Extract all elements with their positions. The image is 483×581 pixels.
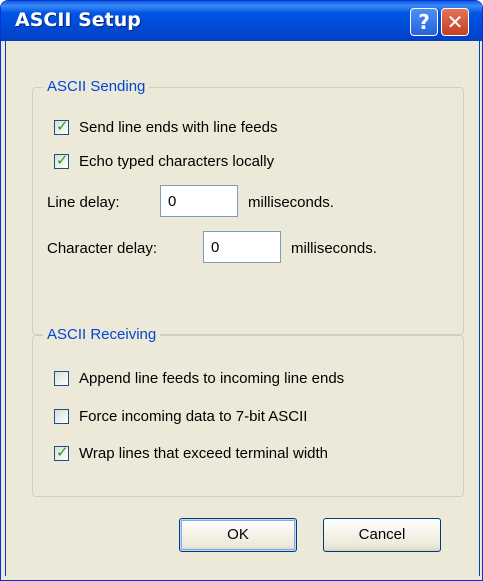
ascii-sending-title: ASCII Sending (43, 78, 150, 95)
append-line-feeds-checkbox[interactable] (54, 370, 69, 386)
close-icon: ✕ (446, 10, 464, 34)
force-7bit-checkbox[interactable] (54, 408, 69, 424)
ascii-setup-dialog: ASCII Setup ? ✕ ASCII Sending ✓ Send lin… (0, 0, 483, 581)
append-line-feeds-row[interactable]: Append line feeds to incoming line ends (54, 368, 344, 388)
line-delay-input[interactable] (160, 185, 238, 217)
cancel-button[interactable]: Cancel (323, 518, 441, 552)
echo-typed-row[interactable]: ✓ Echo typed characters locally (54, 151, 274, 171)
force-7bit-label: Force incoming data to 7-bit ASCII (79, 407, 308, 425)
wrap-lines-label: Wrap lines that exceed terminal width (79, 444, 329, 462)
checkmark-icon: ✓ (56, 116, 69, 135)
line-delay-label: Line delay: (47, 194, 120, 211)
force-7bit-row[interactable]: Force incoming data to 7-bit ASCII (54, 406, 307, 426)
close-button[interactable]: ✕ (441, 8, 469, 36)
ascii-receiving-title: ASCII Receiving (43, 326, 161, 343)
send-line-ends-checkbox[interactable]: ✓ (54, 116, 69, 135)
title-bar[interactable]: ASCII Setup ? ✕ (1, 1, 482, 41)
help-button[interactable]: ? (410, 8, 438, 36)
ok-button[interactable]: OK (179, 518, 297, 552)
checkmark-icon: ✓ (56, 150, 69, 169)
wrap-lines-checkbox[interactable]: ✓ (54, 442, 69, 461)
character-delay-input[interactable] (203, 231, 281, 263)
ascii-sending-group: ASCII Sending ✓ Send line ends with line… (32, 78, 464, 335)
echo-typed-label: Echo typed characters locally (79, 152, 275, 170)
wrap-lines-row[interactable]: ✓ Wrap lines that exceed terminal width (54, 443, 328, 463)
ascii-receiving-group: ASCII Receiving Append line feeds to inc… (32, 326, 464, 497)
character-delay-label: Character delay: (47, 240, 158, 257)
send-line-ends-label: Send line ends with line feeds (79, 118, 278, 136)
append-line-feeds-label: Append line feeds to incoming line ends (79, 369, 345, 387)
dialog-body: ASCII Sending ✓ Send line ends with line… (5, 41, 480, 576)
line-delay-unit: milliseconds. (248, 194, 334, 211)
character-delay-unit: milliseconds. (291, 240, 377, 257)
checkmark-icon: ✓ (56, 442, 69, 461)
send-line-ends-row[interactable]: ✓ Send line ends with line feeds (54, 117, 277, 137)
help-icon: ? (418, 10, 430, 34)
window-title: ASCII Setup (15, 9, 141, 31)
echo-typed-checkbox[interactable]: ✓ (54, 150, 69, 169)
